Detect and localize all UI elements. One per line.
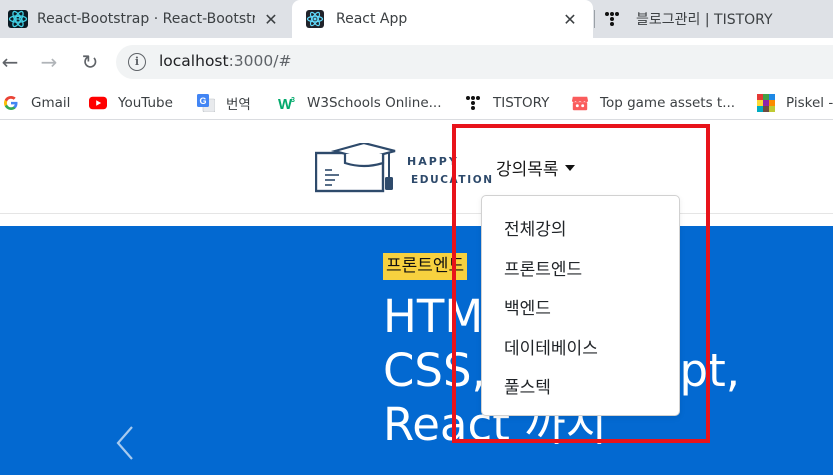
bookmark-gmail[interactable]: Gmail — [2, 92, 70, 114]
close-icon[interactable]: ✕ — [262, 10, 280, 29]
svg-text:3: 3 — [291, 97, 295, 104]
bookmark-label: W3Schools Online... — [307, 95, 442, 111]
tistory-icon — [604, 11, 620, 31]
google-icon — [2, 94, 20, 112]
back-arrow-icon[interactable]: ← — [0, 50, 22, 74]
graduation-board-icon — [314, 141, 396, 193]
bookmark-label: Piskel - — [786, 95, 833, 111]
bookmark-youtube[interactable]: YouTube — [89, 92, 173, 114]
tab-title: 블로그관리 | TISTORY — [636, 12, 773, 28]
tab-title: React-Bootstrap · React-Bootstrap — [37, 11, 255, 27]
tab-react-app[interactable]: React App ✕ — [292, 0, 593, 38]
bookmark-translate[interactable]: G 번역 — [197, 92, 251, 114]
react-bootstrap-icon: B — [8, 10, 28, 32]
react-icon — [306, 10, 324, 32]
svg-text:G: G — [199, 96, 206, 106]
carousel-prev-button[interactable] — [112, 423, 142, 463]
address-bar[interactable]: i localhost:3000/# — [116, 45, 833, 79]
browser-toolbar: ← → ↻ i localhost:3000/# — [0, 38, 833, 86]
piskel-icon — [757, 94, 775, 112]
tistory-icon — [464, 94, 482, 112]
itchio-icon — [571, 94, 589, 112]
bookmark-tistory[interactable]: TISTORY — [464, 92, 549, 114]
url-host: localhost — [159, 52, 229, 70]
reload-icon[interactable]: ↻ — [78, 50, 102, 74]
bookmark-label: Gmail — [31, 95, 71, 111]
svg-text:B: B — [15, 15, 22, 25]
url-path: :3000/# — [228, 52, 292, 70]
google-translate-icon: G — [197, 94, 215, 112]
bookmark-itchio[interactable]: Top game assets t... — [571, 92, 735, 114]
url-text[interactable]: localhost:3000/# — [159, 52, 291, 70]
bookmark-w3schools[interactable]: W 3 W3Schools Online... — [278, 92, 442, 114]
w3schools-icon: W 3 — [278, 94, 296, 112]
bookmark-label: TISTORY — [493, 95, 550, 111]
tab-strip: B React-Bootstrap · React-Bootstrap ✕ Re… — [0, 0, 833, 38]
tab-separator — [594, 10, 595, 28]
bookmarks-bar: Gmail YouTube G 번역 W 3 W3Schools Online.… — [0, 86, 833, 120]
tab-tistory[interactable]: 블로그관리 | TISTORY — [598, 0, 833, 38]
chevron-left-icon — [116, 426, 133, 460]
bookmark-label: 번역 — [226, 97, 251, 113]
highlight-annotation-box — [452, 124, 710, 443]
info-icon[interactable]: i — [128, 53, 146, 71]
tab-title: React App — [336, 11, 408, 27]
tab-react-bootstrap[interactable]: B React-Bootstrap · React-Bootstrap ✕ — [0, 0, 290, 38]
bookmark-label: YouTube — [118, 95, 173, 111]
youtube-icon — [89, 94, 107, 112]
bookmark-piskel[interactable]: Piskel - — [757, 92, 833, 114]
forward-arrow-icon[interactable]: → — [37, 50, 61, 74]
close-icon[interactable]: ✕ — [561, 10, 579, 29]
bookmark-label: Top game assets t... — [600, 95, 736, 111]
